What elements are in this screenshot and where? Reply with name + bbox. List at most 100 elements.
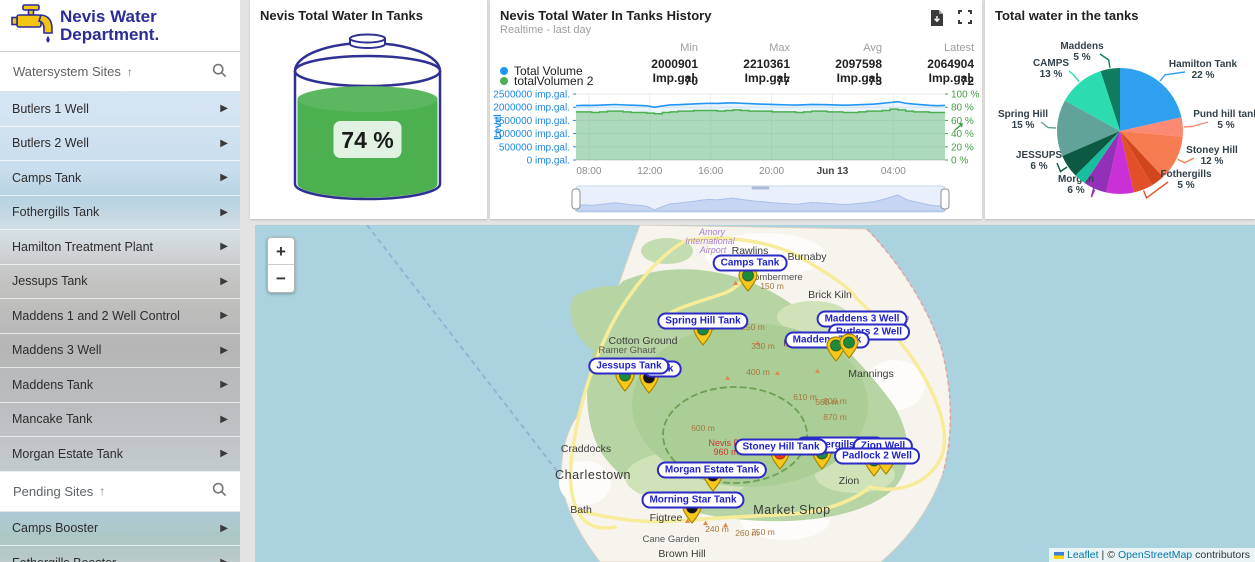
- tank-graphic: 74 %: [250, 24, 487, 219]
- svg-text:500000 imp.gal.: 500000 imp.gal.: [499, 142, 570, 153]
- sidebar-section: Watersystem Sites↑Butlers 1 Well▶Butlers…: [0, 52, 240, 472]
- sidebar-item-label: Maddens 1 and 2 Well Control: [12, 309, 180, 323]
- history-widget: Nevis Total Water In Tanks History Realt…: [490, 0, 982, 219]
- site-label-camps-tank[interactable]: Camps Tank: [713, 255, 788, 272]
- sidebar-sections: Watersystem Sites↑Butlers 1 Well▶Butlers…: [0, 52, 240, 562]
- legend-header-row: MinMaxAvgLatest: [500, 40, 974, 57]
- map-place-label: Burnaby: [787, 251, 827, 263]
- sidebar-item[interactable]: Morgan Estate Tank ▶: [0, 437, 240, 472]
- brush-handle-left[interactable]: [572, 189, 580, 209]
- pie-chart: Maddens5 %Hamilton Tank22 %Pund hill tan…: [985, 0, 1255, 219]
- sidebar-item[interactable]: Butlers 2 Well▶: [0, 127, 240, 162]
- chevron-right-icon: ▶: [220, 172, 228, 183]
- history-chart: 2500000 imp.gal.100 %2000000 imp.gal.80 …: [490, 90, 982, 216]
- leaflet-link[interactable]: Leaflet: [1067, 549, 1099, 561]
- sidebar-item-label: Camps Tank: [12, 171, 81, 185]
- legend-column-header: Max: [698, 42, 790, 54]
- sidebar-item[interactable]: Maddens 1 and 2 Well Control▶: [0, 299, 240, 334]
- leaflet-map[interactable]: RawlinsBurnabyBrick KilnCombermereHick's…: [255, 225, 1255, 562]
- svg-text:08:00: 08:00: [576, 166, 601, 177]
- sidebar-item-label: Camps Booster: [12, 521, 98, 535]
- sidebar-item[interactable]: Mancake Tank ▶: [0, 403, 240, 438]
- svg-text:Jun 13: Jun 13: [817, 166, 849, 177]
- svg-text:100 %: 100 %: [951, 90, 979, 101]
- sidebar-section-title: Watersystem Sites: [13, 64, 121, 79]
- legend-series-row: Total Volume2000901 Imp.gal.2210361 Imp.…: [500, 57, 974, 74]
- history-widget-subtitle: Realtime - last day: [490, 23, 982, 36]
- search-icon[interactable]: [212, 482, 227, 500]
- sidebar-item-label: Maddens Tank: [12, 378, 93, 392]
- sidebar-item[interactable]: Maddens 3 Well ▶: [0, 334, 240, 369]
- zoom-in-button[interactable]: +: [268, 238, 294, 265]
- leaflet-flag-icon: [1054, 552, 1064, 559]
- legend-series-value: 72: [882, 74, 974, 88]
- site-label-jessups-tank[interactable]: Jessups Tank: [588, 358, 669, 375]
- sidebar-item-label: Fothergills Tank: [12, 205, 99, 219]
- map-place-label: Brick Kiln: [808, 289, 852, 301]
- map-place-label: Ramer Ghaut: [598, 345, 655, 356]
- sidebar-item[interactable]: Camps Booster▶: [0, 512, 240, 547]
- map-place-label: Charlestown: [555, 468, 631, 482]
- sidebar-item-label: Hamilton Treatment Plant: [12, 240, 153, 254]
- svg-text:80 %: 80 %: [951, 103, 974, 114]
- site-label-padlock-2-well[interactable]: Padlock 2 Well: [834, 448, 920, 465]
- zoom-out-button[interactable]: −: [268, 265, 294, 292]
- logo-line2: Department.: [60, 26, 159, 44]
- chevron-right-icon: ▶: [220, 414, 228, 425]
- export-csv-icon[interactable]: [930, 10, 944, 31]
- map-place-label: Bath: [570, 504, 592, 516]
- site-label-morgan-estate-tank[interactable]: Morgan Estate Tank: [657, 462, 767, 479]
- legend-series-value: 77: [698, 74, 790, 88]
- sidebar: Nevis Water Department. Watersystem Site…: [0, 0, 240, 562]
- pie-label: Maddens: [1060, 41, 1104, 52]
- pie-label: Fothergills: [1160, 169, 1212, 180]
- site-label-morning-star-tank[interactable]: Morning Star Tank: [641, 492, 744, 509]
- sidebar-item[interactable]: Maddens Tank▶: [0, 368, 240, 403]
- attribution-suffix: contributors: [1195, 549, 1250, 561]
- y-axis-label: Level: [493, 114, 504, 140]
- sidebar-section-header[interactable]: Pending Sites↑: [0, 472, 240, 512]
- svg-text:40 %: 40 %: [951, 129, 974, 140]
- faucet-logo-icon: [8, 2, 54, 49]
- sidebar-item-label: Morgan Estate Tank: [12, 447, 123, 461]
- map-place-label: Zion: [839, 475, 860, 487]
- legend-series-dot: [500, 77, 508, 85]
- fullscreen-icon[interactable]: [958, 10, 972, 31]
- sidebar-section-header[interactable]: Watersystem Sites↑: [0, 52, 240, 92]
- sidebar-item[interactable]: Hamilton Treatment Plant▶: [0, 230, 240, 265]
- sidebar-item-label: Mancake Tank: [12, 412, 92, 426]
- contour-label: 150 m: [760, 281, 784, 291]
- svg-text:20:00: 20:00: [759, 166, 784, 177]
- brush-handle-right[interactable]: [941, 189, 949, 209]
- osm-link[interactable]: OpenStreetMap: [1118, 549, 1192, 561]
- contour-label: 400 m: [746, 367, 770, 377]
- svg-text:1000000 imp.gal.: 1000000 imp.gal.: [493, 129, 570, 140]
- pie-label: JESSUPS: [1016, 150, 1062, 161]
- chevron-right-icon: ▶: [220, 276, 228, 287]
- svg-text:20 %: 20 %: [951, 142, 974, 153]
- legend-series-name[interactable]: totalVolumen 2: [500, 74, 606, 88]
- svg-text:2000000 imp.gal.: 2000000 imp.gal.: [493, 103, 570, 114]
- site-label-stoney-hill-tank[interactable]: Stoney Hill Tank: [734, 439, 827, 456]
- sidebar-item[interactable]: Jessups Tank▶: [0, 265, 240, 300]
- map-place-label: Mannings: [848, 368, 894, 380]
- attribution-separator: |: [1102, 549, 1105, 561]
- pie-label-percent: 15 %: [1012, 120, 1035, 131]
- site-label-spring-hill-tank[interactable]: Spring Hill Tank: [657, 313, 748, 330]
- contour-label: 240 m: [705, 524, 729, 534]
- sidebar-item[interactable]: Camps Tank ▶: [0, 161, 240, 196]
- sidebar-item-label: Maddens 3 Well: [12, 343, 101, 357]
- pie-label-percent: 12 %: [1201, 156, 1224, 167]
- search-icon[interactable]: [212, 63, 227, 81]
- sidebar-item[interactable]: Fothergills Booster▶: [0, 546, 240, 562]
- map-place-label: Market Shop: [753, 503, 830, 517]
- map-pin-butlers-2-well[interactable]: [839, 333, 859, 364]
- chevron-right-icon: ▶: [220, 345, 228, 356]
- sidebar-item[interactable]: Fothergills Tank▶: [0, 196, 240, 231]
- svg-text:04:00: 04:00: [881, 166, 906, 177]
- contour-label: 250 m: [751, 527, 775, 537]
- chevron-right-icon: ▶: [220, 448, 228, 459]
- pie-label: CAMPS: [1033, 58, 1069, 69]
- pie-label-percent: 6 %: [1067, 185, 1084, 196]
- sidebar-item[interactable]: Butlers 1 Well▶: [0, 92, 240, 127]
